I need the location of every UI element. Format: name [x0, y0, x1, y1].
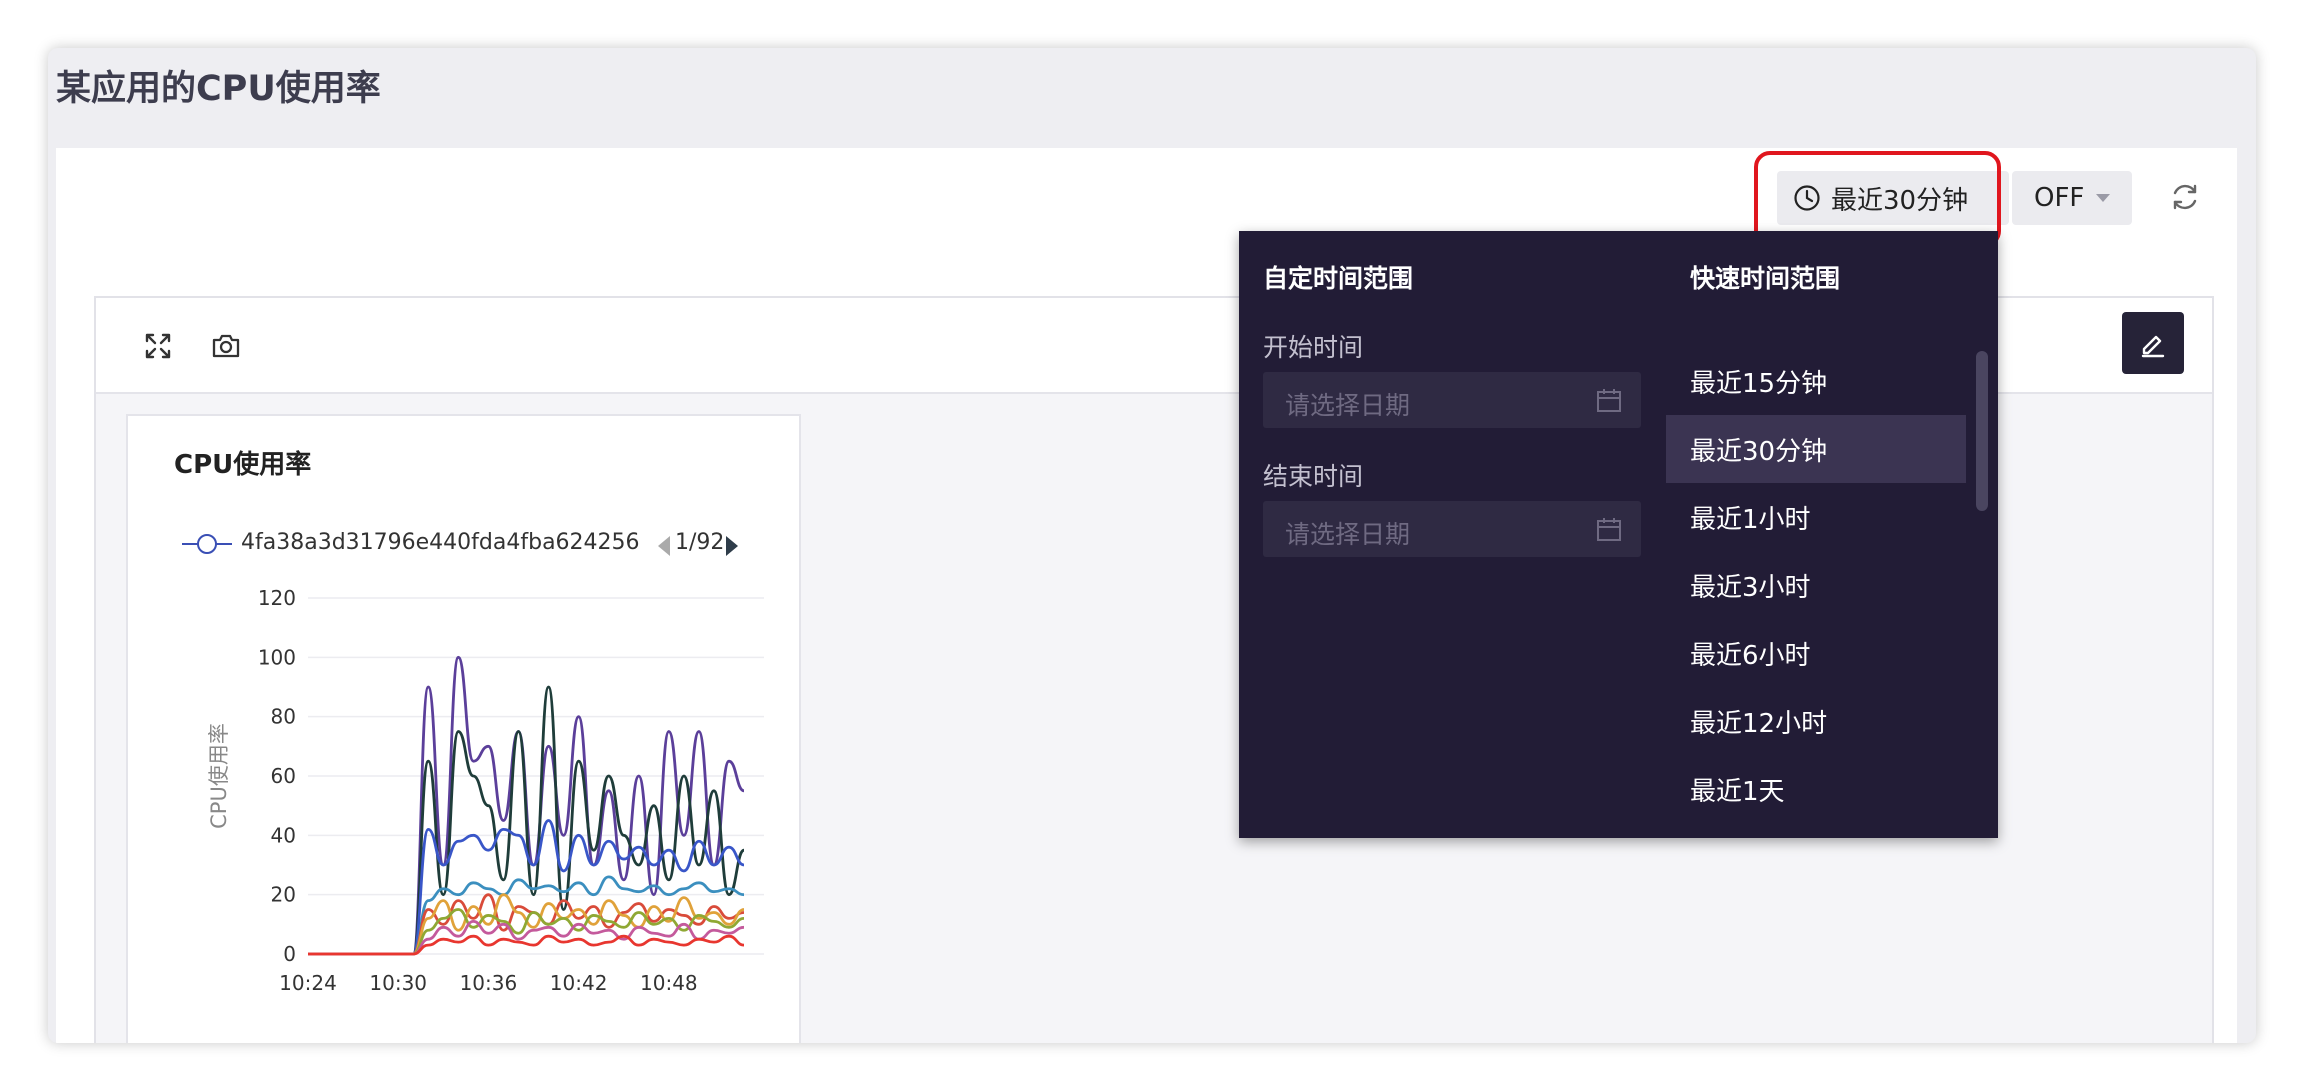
- start-time-label: 开始时间: [1263, 333, 1364, 362]
- edit-button[interactable]: [2122, 312, 2184, 374]
- series-line: [308, 908, 745, 956]
- caret-down-icon: [2096, 194, 2110, 202]
- refresh-interval-label: OFF: [2034, 183, 2085, 213]
- end-time-label: 结束时间: [1263, 462, 1364, 491]
- custom-range-heading: 自定时间范围: [1263, 264, 1414, 293]
- quick-range-item[interactable]: 最近15分钟: [1666, 347, 1966, 415]
- series-line: [308, 934, 745, 956]
- time-range-dropdown: 自定时间范围 快速时间范围 开始时间 请选择日期 结束时间 请选择日期 最近15…: [1239, 231, 1998, 838]
- x-tick-label: 10:30: [369, 971, 427, 995]
- y-tick-label: 40: [271, 823, 296, 847]
- y-tick-label: 100: [258, 645, 296, 669]
- camera-icon[interactable]: [210, 330, 242, 362]
- quick-range-item[interactable]: 最近3小时: [1666, 551, 1966, 619]
- cpu-line-chart: 0 20 40 60 80 100 120 10:24 10:30 10:36 10:42 10:48: [258, 586, 764, 995]
- calendar-icon: [1597, 389, 1621, 412]
- y-tick-label: 60: [271, 764, 296, 788]
- calendar-icon: [1597, 518, 1621, 541]
- x-tick-label: 10:42: [550, 971, 608, 995]
- page-title: 某应用的CPU使用率: [56, 69, 381, 109]
- end-date-placeholder: 请选择日期: [1285, 520, 1411, 549]
- dropdown-scrollbar[interactable]: [1976, 351, 1988, 511]
- quick-range-item[interactable]: 最近30分钟: [1666, 415, 1966, 483]
- refresh-interval-select[interactable]: OFF: [2012, 171, 2132, 225]
- quick-range-item[interactable]: 最近1天: [1666, 755, 1966, 823]
- quick-range-item[interactable]: 最近12小时: [1666, 687, 1966, 755]
- refresh-icon[interactable]: [2169, 181, 2201, 213]
- chart-card: CPU使用率 4fa38a3d31796e440fda4fba62425648 …: [126, 414, 801, 1043]
- y-tick-label: 80: [271, 705, 296, 729]
- end-date-input[interactable]: 请选择日期: [1263, 501, 1641, 557]
- x-tick-label: 10:48: [640, 971, 698, 995]
- quick-range-heading: 快速时间范围: [1690, 264, 1841, 293]
- edit-icon: [2141, 335, 2165, 358]
- start-date-placeholder: 请选择日期: [1285, 391, 1411, 420]
- y-tick-label: 0: [283, 942, 296, 966]
- quick-range-item[interactable]: 最近6小时: [1666, 619, 1966, 687]
- x-tick-label: 10:24: [279, 971, 337, 995]
- quick-range-item[interactable]: 最近1小时: [1666, 483, 1966, 551]
- y-tick-label: 120: [258, 586, 296, 610]
- fullscreen-icon[interactable]: [142, 330, 174, 362]
- y-tick-label: 20: [271, 883, 296, 907]
- x-tick-label: 10:36: [460, 971, 518, 995]
- start-date-input[interactable]: 请选择日期: [1263, 372, 1641, 428]
